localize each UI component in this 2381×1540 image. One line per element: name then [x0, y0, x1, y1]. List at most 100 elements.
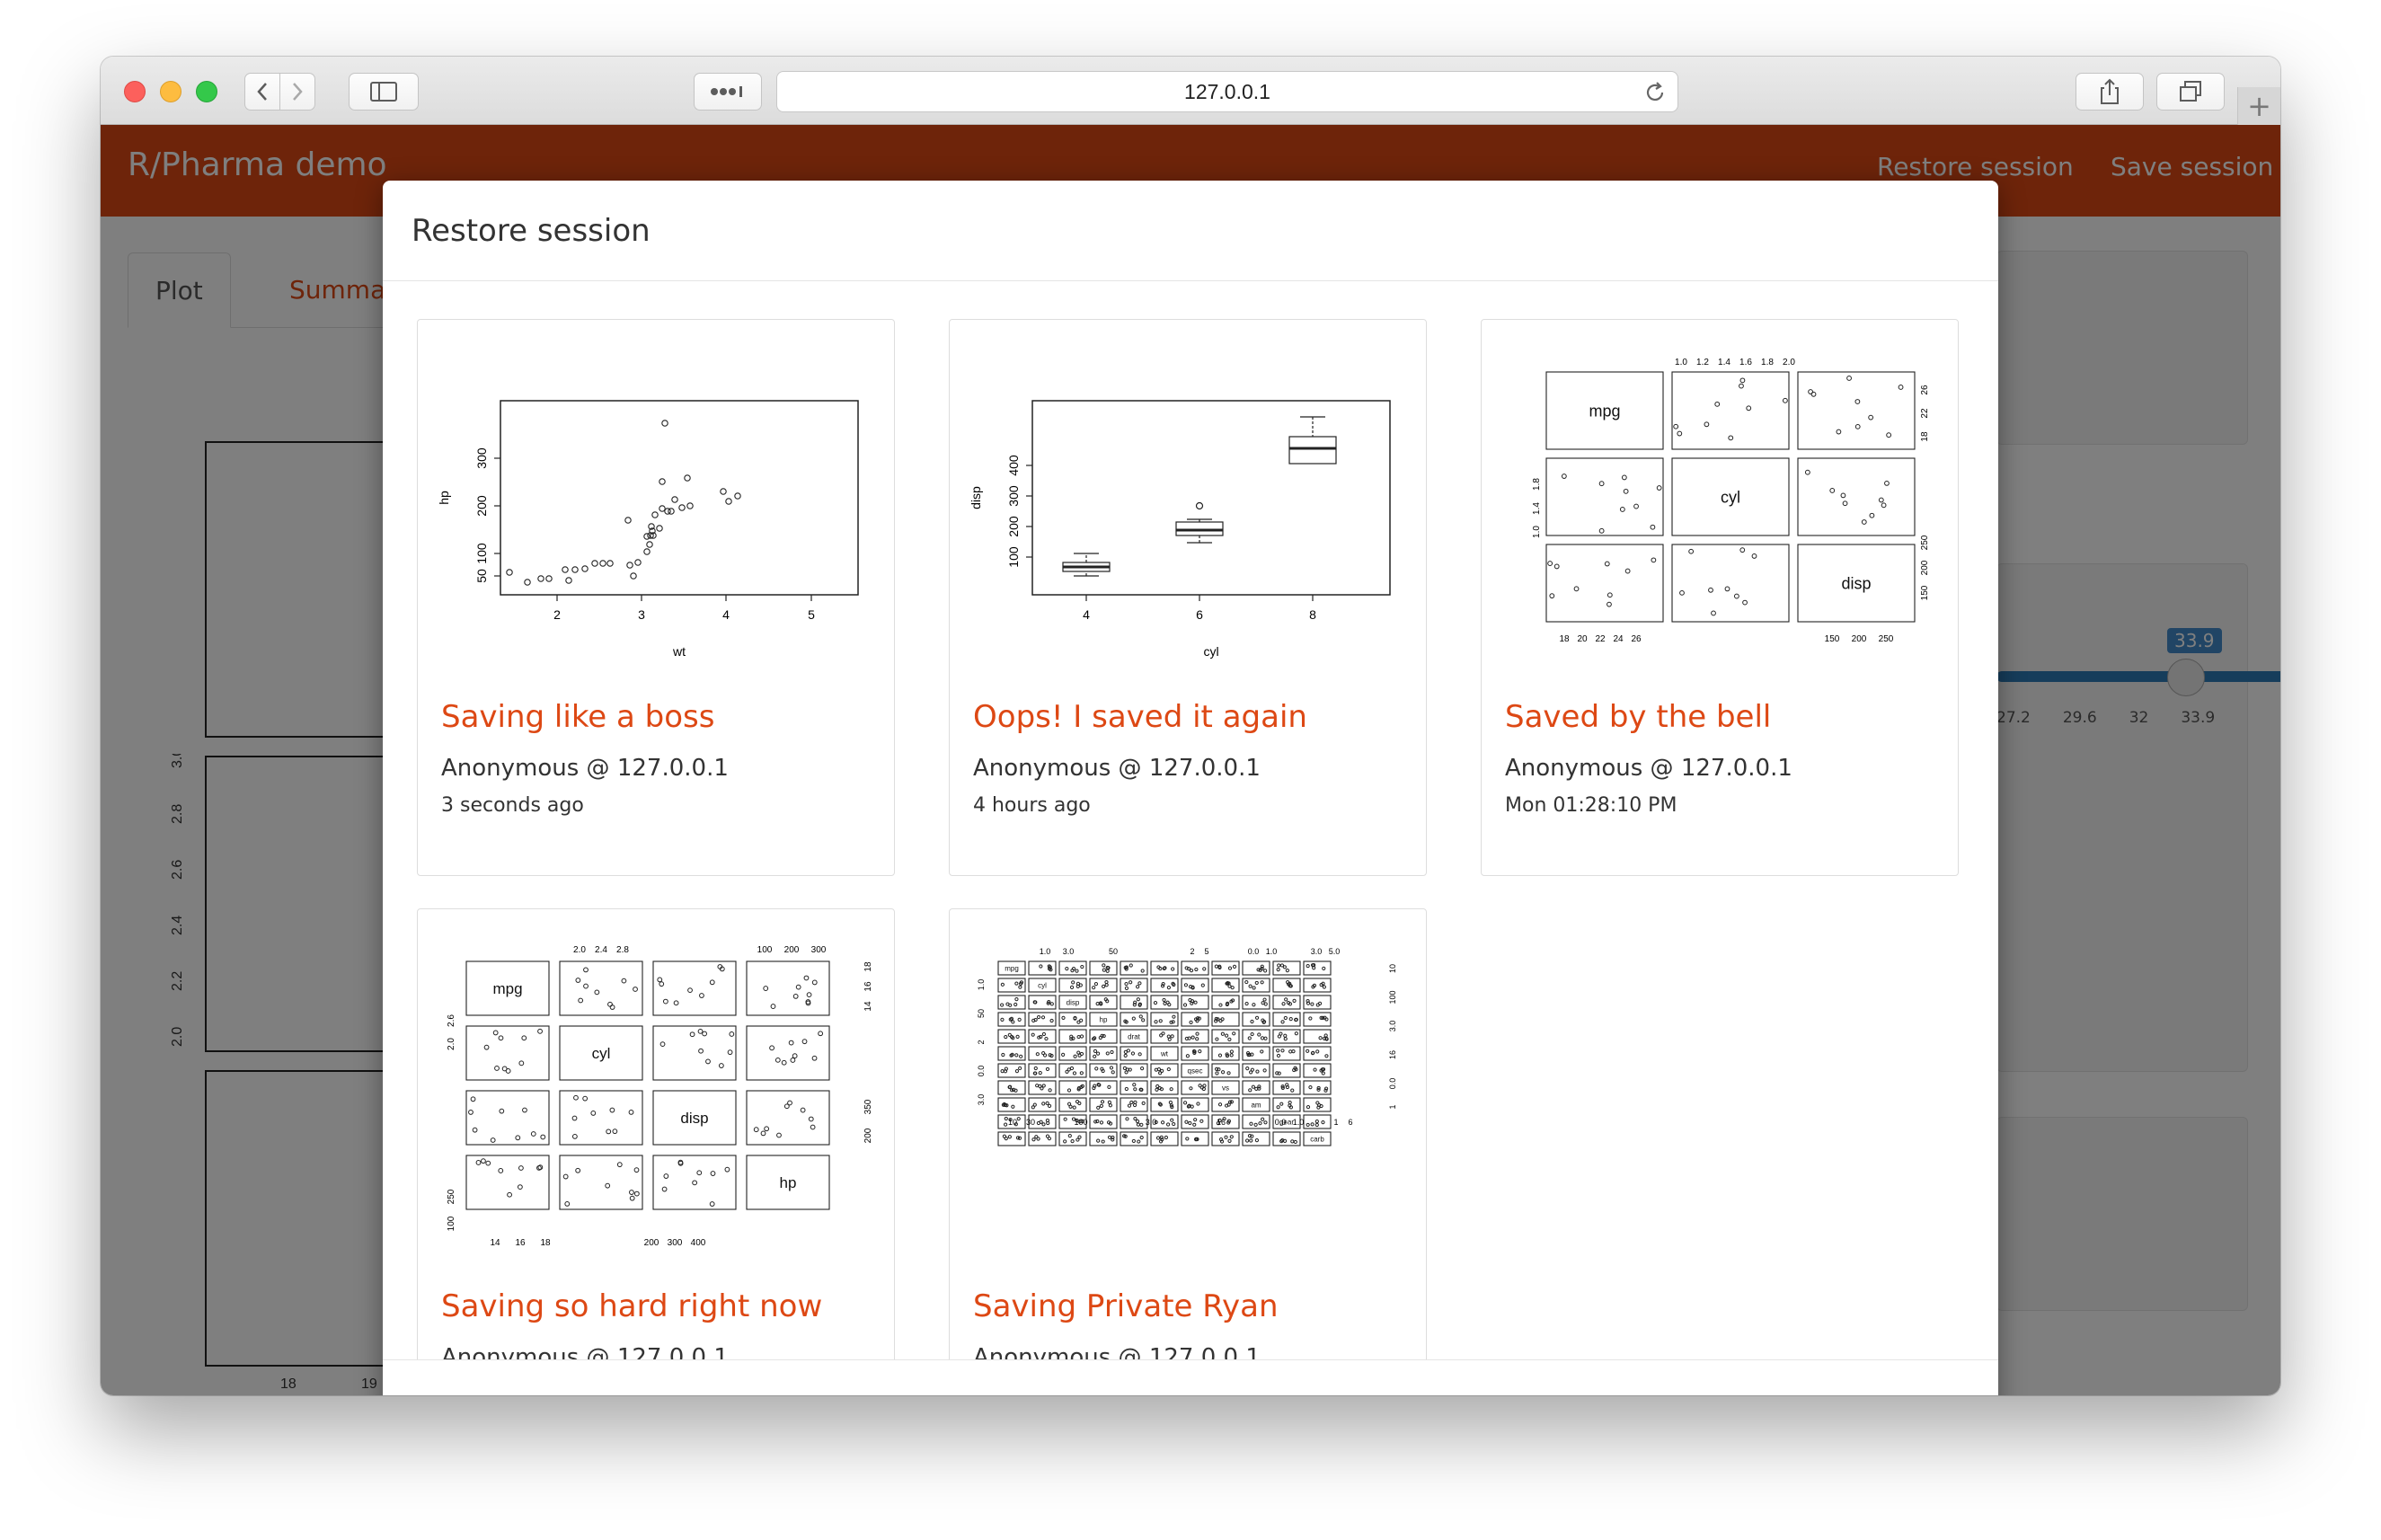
pairs-point [472, 1127, 478, 1133]
pairs-point [1310, 1122, 1314, 1127]
pairs-point [1836, 429, 1842, 435]
scatter-point [725, 498, 732, 505]
extensions-button[interactable] [694, 73, 762, 111]
pairs-point [1138, 1014, 1143, 1019]
back-button[interactable] [244, 73, 280, 111]
session-title[interactable]: Saved by the bell [1505, 699, 1771, 735]
scatter-point [599, 560, 606, 567]
pairs-point [1286, 980, 1290, 985]
pairs-point [1250, 1067, 1254, 1072]
pairs-cell [1303, 1012, 1332, 1027]
pairs-point [1804, 469, 1810, 475]
pairs-point [1254, 1137, 1260, 1143]
pairs-point [1108, 1121, 1113, 1126]
pairs-point [1096, 1138, 1101, 1143]
pairs-point [1252, 986, 1256, 990]
pairs-cell [1058, 1063, 1087, 1078]
pairs-point [692, 1180, 698, 1186]
pairs-point [1069, 985, 1075, 990]
scatter-point [659, 478, 666, 485]
reload-icon[interactable] [1643, 81, 1667, 104]
session-title[interactable]: Saving like a boss [441, 699, 714, 735]
pairs-point [537, 1028, 543, 1034]
pairs-point [776, 1132, 782, 1138]
pairs-point [1739, 377, 1746, 384]
session-card[interactable]: 2 3 4 5 50 100 200 300 wt hp Saving like… [417, 319, 895, 876]
pairs-point [1061, 1015, 1066, 1020]
session-title[interactable]: Saving so hard right now [441, 1288, 822, 1324]
pairs-cell [1181, 1012, 1209, 1027]
session-card[interactable]: mpg cyl disp 1.0 1.2 1.4 1.6 1.8 2.0 18 20… [1481, 319, 1959, 876]
pairs-point [1315, 1003, 1320, 1007]
pairs-point [810, 1124, 816, 1130]
pairs-point [1262, 997, 1267, 1002]
pairs-point [1312, 983, 1317, 987]
session-card[interactable]: mpg cyl disp hp drat wt qsec vs am gear carb 1.0 3… [949, 908, 1427, 1359]
pairs-point [1048, 1088, 1052, 1093]
pairs-point [1045, 1101, 1049, 1105]
pairs-point [605, 1182, 611, 1189]
pairs-point [1277, 963, 1281, 968]
pairs-point [1263, 1036, 1268, 1040]
pairs-point [753, 1127, 759, 1133]
pairs-point [1000, 1069, 1005, 1074]
pairs-point [790, 1058, 796, 1063]
pairs-point [1124, 986, 1129, 990]
pairs-point [518, 1165, 524, 1171]
pairs-point [1214, 1066, 1219, 1071]
pairs-point [1107, 1135, 1112, 1139]
pairs-point [1283, 1015, 1288, 1021]
session-time: 4 hours ago [973, 794, 1091, 817]
close-window-button[interactable] [124, 81, 146, 102]
pairs-point [1245, 1066, 1250, 1071]
session-author: Anonymous @ 127.0.0.1 [973, 755, 1261, 782]
tab-overview-button[interactable] [2156, 73, 2225, 111]
pairs-point [1004, 1137, 1008, 1141]
modal-title: Restore session [412, 212, 651, 249]
pairs-point [808, 1116, 814, 1122]
session-title[interactable]: Saving Private Ryan [973, 1288, 1279, 1324]
bottom-tick-label: 18 [1559, 634, 1570, 644]
top-tick-label: 1.0 [1675, 358, 1687, 367]
share-button[interactable] [2076, 73, 2144, 111]
address-bar[interactable]: 127.0.0.1 [776, 71, 1678, 112]
session-title[interactable]: Oops! I saved it again [973, 699, 1307, 735]
pairs-point [1190, 1035, 1195, 1040]
session-card[interactable]: 4 6 8 100 200 300 400 cyl disp Oops! I s… [949, 319, 1427, 876]
pairs-point [1096, 1082, 1101, 1087]
pairs-point [1137, 1003, 1142, 1007]
pairs-point [1094, 1066, 1099, 1071]
pairs-point [1075, 969, 1079, 973]
forward-button[interactable] [279, 73, 315, 111]
bottom-tick-label: 16 [515, 1238, 526, 1248]
new-tab-button[interactable]: + [2237, 87, 2280, 125]
minimize-window-button[interactable] [160, 81, 181, 102]
x-tick-label: 6 [1196, 607, 1203, 622]
pairs-cell [1120, 978, 1148, 993]
pairs-point [629, 1190, 634, 1195]
session-thumbnail-pairs3: mpg cyl disp 1.0 1.2 1.4 1.6 1.8 2.0 18 20… [1532, 358, 1930, 644]
y-tick-label: 300 [474, 447, 489, 469]
pairs-point [1014, 997, 1019, 1002]
pairs-point [1105, 969, 1110, 973]
zoom-window-button[interactable] [196, 81, 217, 102]
pairs-var-label: hp [780, 1174, 797, 1191]
pairs-point [1868, 414, 1874, 420]
pairs-point [1257, 1032, 1261, 1037]
session-card[interactable]: mpg cyl disp hp 2.0 2.4 2.8 100 200 300 14 … [417, 908, 895, 1359]
pairs-cell [746, 1090, 830, 1146]
right-tick-label: 250 [1920, 535, 1930, 550]
pairs-point [659, 1041, 666, 1048]
pairs-cell [746, 1025, 830, 1081]
sidebar-toggle-button[interactable] [349, 73, 419, 111]
pairs-point [1159, 1087, 1164, 1092]
pairs-point [609, 1005, 615, 1010]
left-tick-label: 1.8 [1532, 478, 1542, 491]
y-axis-label: disp [969, 486, 983, 509]
pairs-point [1156, 965, 1161, 969]
left-tick-label: 1.0 [977, 979, 986, 991]
pairs-point [1111, 1135, 1115, 1140]
pairs-point [1111, 1070, 1115, 1075]
pairs-point [1000, 1017, 1005, 1022]
pairs-point [1227, 1138, 1232, 1143]
